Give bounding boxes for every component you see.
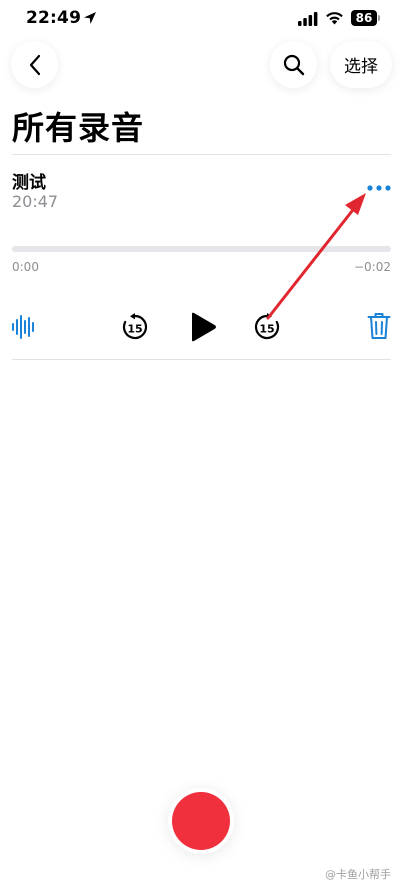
back-button[interactable] xyxy=(11,41,58,88)
skip-back-label: 15 xyxy=(127,323,142,336)
skip-forward-label: 15 xyxy=(259,323,274,336)
divider-bottom xyxy=(12,359,391,360)
battery-level: 86 xyxy=(351,10,377,26)
play-button[interactable] xyxy=(186,310,220,344)
time-remaining: −0:02 xyxy=(353,260,391,274)
chevron-left-icon xyxy=(29,54,40,75)
status-time: 22:49 xyxy=(26,8,82,28)
wifi-icon xyxy=(325,10,344,25)
select-button[interactable]: 选择 xyxy=(330,41,392,88)
skip-back-button[interactable]: 15 xyxy=(120,312,150,342)
more-options-button[interactable] xyxy=(364,180,394,196)
record-button[interactable] xyxy=(172,792,230,850)
search-button[interactable] xyxy=(270,41,317,88)
search-icon xyxy=(283,54,304,75)
skip-forward-button[interactable]: 15 xyxy=(252,312,282,342)
battery-tip xyxy=(378,15,380,21)
status-bar: 22:49 86 xyxy=(0,0,401,36)
time-elapsed: 0:00 xyxy=(12,260,39,274)
playback-scrubber[interactable] xyxy=(12,246,391,252)
skip-back-15-icon: 15 xyxy=(122,313,148,340)
location-arrow-icon xyxy=(82,10,98,26)
waveform-icon xyxy=(12,315,34,339)
recording-name[interactable]: 测试 xyxy=(12,168,46,193)
skip-forward-15-icon: 15 xyxy=(254,313,280,340)
battery-icon: 86 xyxy=(351,10,381,26)
delete-button[interactable] xyxy=(366,311,392,341)
waveform-button[interactable] xyxy=(10,312,38,342)
recording-duration: 20:47 xyxy=(12,192,59,211)
divider-top xyxy=(12,154,391,155)
page-title: 所有录音 xyxy=(12,109,145,147)
trash-icon xyxy=(367,313,391,339)
play-icon xyxy=(192,312,216,342)
watermark: @卡鱼小帮手 xyxy=(325,868,391,881)
ellipsis-icon xyxy=(367,185,391,191)
cellular-signal-icon xyxy=(298,11,318,26)
